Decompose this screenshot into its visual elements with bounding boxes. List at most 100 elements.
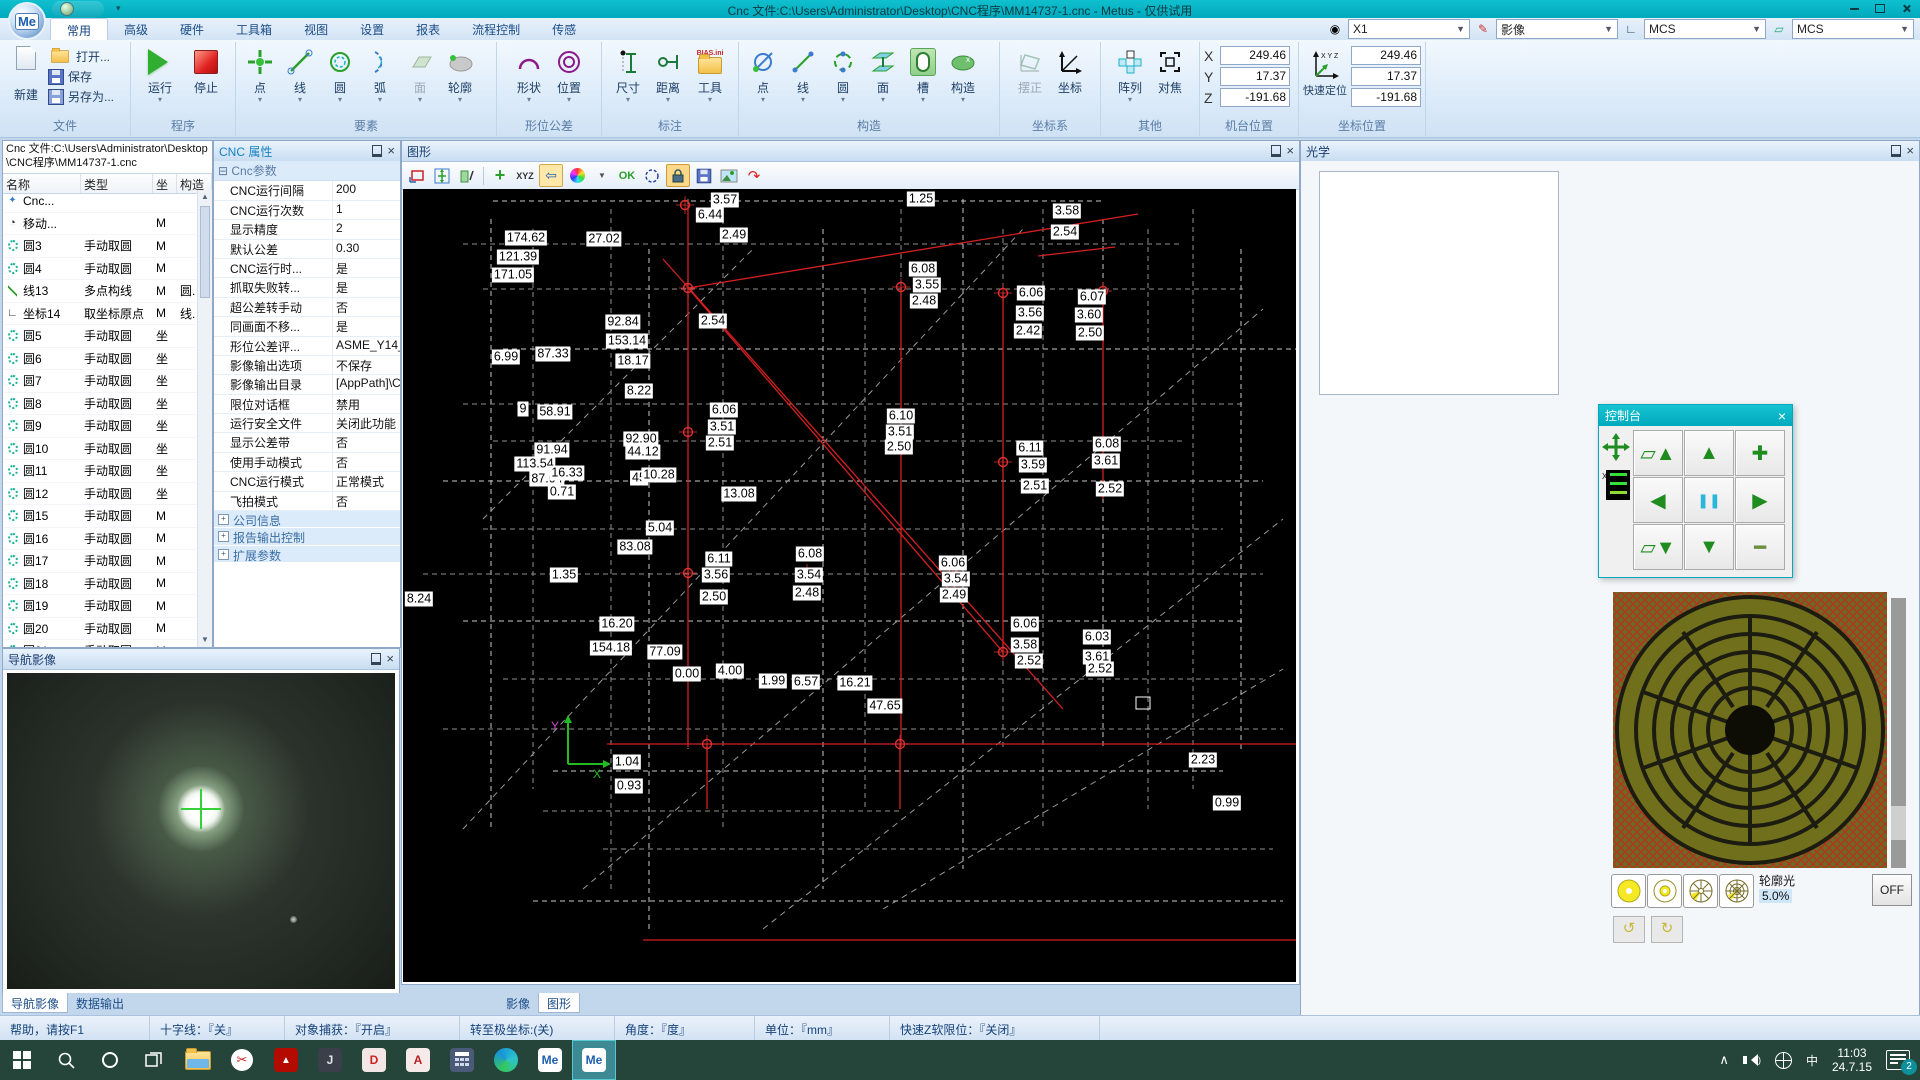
measurement-label[interactable]: 6.99 <box>492 350 520 365</box>
taskbar-start-icon[interactable] <box>0 1040 44 1080</box>
measurement-label[interactable]: 27.02 <box>586 232 621 247</box>
construct-circle-button[interactable]: 圆▾ <box>823 44 863 103</box>
property-row[interactable]: 同画面不移...是 <box>214 317 400 336</box>
measurement-label[interactable]: 6.11 <box>1016 441 1043 456</box>
measurement-label[interactable]: 1.99 <box>759 674 787 689</box>
light-off-button[interactable]: OFF <box>1872 874 1912 906</box>
measurement-label[interactable]: 0.99 <box>1213 796 1241 811</box>
dropdown-button[interactable]: ▼ <box>591 165 613 186</box>
tree-row[interactable]: 圆19手动取圆M <box>3 595 198 618</box>
pin-icon[interactable] <box>1271 145 1281 157</box>
fit-view-button[interactable] <box>431 165 453 186</box>
pin-icon[interactable] <box>372 145 382 157</box>
measurement-label[interactable]: 6.57 <box>792 675 820 690</box>
tree-row[interactable]: 圆18手动取圆M <box>3 573 198 596</box>
taskbar-acrobat-icon[interactable]: ▲ <box>264 1040 308 1080</box>
measurement-label[interactable]: 9 <box>518 402 529 417</box>
lens-pause-button[interactable]: ❚❚ <box>1684 477 1734 523</box>
taskbar-app-j-icon[interactable]: J <box>308 1040 352 1080</box>
property-row[interactable]: CNC运行间隔200 <box>214 181 400 200</box>
measurement-label[interactable]: 2.49 <box>720 228 748 243</box>
menu-tab-2[interactable]: 高级 <box>108 18 164 40</box>
rotate-cw-button[interactable]: ↻ <box>1651 916 1683 943</box>
measurement-label[interactable]: 3.51 <box>886 425 914 440</box>
measurement-label[interactable]: 3.61 <box>1092 454 1120 469</box>
measurement-label[interactable]: 3.54 <box>795 568 823 583</box>
measurement-label[interactable]: 2.42 <box>1014 324 1042 339</box>
measurement-label[interactable]: 0.00 <box>673 667 701 682</box>
scroll-thumb[interactable] <box>200 206 210 298</box>
tree-row[interactable]: 圆3手动取圆M <box>3 235 198 258</box>
open-file-button[interactable]: 打开... <box>48 48 114 65</box>
sensor-select[interactable]: 影像▼ <box>1496 19 1618 39</box>
run-button[interactable]: 运行▾ <box>140 44 180 103</box>
measurement-label[interactable]: 3.58 <box>1053 204 1081 219</box>
tree-row[interactable]: 圆4手动取圆M <box>3 258 198 281</box>
menu-tab-3[interactable]: 硬件 <box>164 18 220 40</box>
ring-segment-light-button[interactable] <box>1683 874 1718 908</box>
surface-light-button[interactable] <box>1611 874 1646 908</box>
property-row[interactable]: 运行安全文件关闭此功能 <box>214 414 400 433</box>
dimension-button[interactable]: 尺寸▾ <box>608 44 648 103</box>
focus-button[interactable]: 对焦 <box>1150 44 1190 96</box>
property-row[interactable]: CNC运行次数1 <box>214 201 400 220</box>
coordinate-button[interactable]: 坐标 <box>1050 44 1090 96</box>
tree-row[interactable]: 圆7手动取圆坐 <box>3 370 198 393</box>
measurement-label[interactable]: 16.20 <box>599 617 634 632</box>
tree-row[interactable]: 圆5手动取圆坐 <box>3 325 198 348</box>
tree-row[interactable]: 圆12手动取圆坐 <box>3 483 198 506</box>
menu-tab-1[interactable]: 常用 <box>50 18 108 41</box>
measurement-label[interactable]: 6.08 <box>796 547 824 562</box>
tree-row[interactable]: ✦Cnc... <box>3 190 198 213</box>
property-row[interactable]: CNC运行模式正常模式 <box>214 472 400 491</box>
taskbar-snipping-tool-icon[interactable]: ✂ <box>220 1040 264 1080</box>
measurement-label[interactable]: 6.07 <box>1078 290 1106 305</box>
minimize-button[interactable] <box>1844 2 1864 15</box>
measurement-label[interactable]: 174.62 <box>505 231 547 246</box>
measurement-label[interactable]: 91.94 <box>534 443 569 458</box>
close-icon[interactable]: × <box>1778 408 1786 424</box>
measurement-label[interactable]: 6.06 <box>710 403 738 418</box>
cad-canvas[interactable]: 174.62121.39171.0527.023.576.442.491.253… <box>403 189 1296 982</box>
jog-right-button[interactable]: ▶ <box>1735 477 1785 523</box>
property-row[interactable]: 抓取失败转...是 <box>214 278 400 297</box>
measurement-label[interactable]: 2.50 <box>700 590 728 605</box>
measurement-label[interactable]: 44.12 <box>625 445 660 460</box>
image-button[interactable] <box>718 165 740 186</box>
light-intensity[interactable]: 5.0% <box>1759 889 1792 903</box>
element-circle-button[interactable]: 圆▾ <box>320 44 360 103</box>
measurement-label[interactable]: 3.51 <box>708 420 736 435</box>
measurement-label[interactable]: 3.54 <box>942 572 970 587</box>
measurement-label[interactable]: 153.14 <box>606 334 648 349</box>
taskbar-autocad-icon[interactable]: A <box>396 1040 440 1080</box>
close-button[interactable] <box>1896 2 1916 15</box>
probe-select[interactable]: X1▼ <box>1348 19 1470 39</box>
property-section-公司信息[interactable]: +公司信息 <box>214 511 400 528</box>
jog-up-button[interactable]: ▲ <box>1684 430 1734 476</box>
close-icon[interactable]: × <box>1286 145 1294 157</box>
app-logo[interactable]: Me <box>8 2 46 40</box>
taskbar-app-d-icon[interactable]: D <box>352 1040 396 1080</box>
measurement-label[interactable]: 6.08 <box>909 262 937 277</box>
element-plane-button[interactable]: 面▾ <box>400 44 440 103</box>
taskbar-file-explorer-icon[interactable] <box>176 1040 220 1080</box>
measurement-label[interactable]: 2.23 <box>1189 753 1217 768</box>
lock-button[interactable] <box>666 164 690 187</box>
pan-view-button[interactable] <box>406 165 428 186</box>
plane-select[interactable]: MCS▼ <box>1792 19 1914 39</box>
tree-row[interactable]: 圆10手动取圆坐 <box>3 438 198 461</box>
network-icon[interactable] <box>1775 1052 1792 1069</box>
jog-left-button[interactable]: ◀ <box>1633 477 1683 523</box>
tree-row[interactable]: 圆15手动取圆M <box>3 505 198 528</box>
element-arc-button[interactable]: 弧▾ <box>360 44 400 103</box>
measurement-label[interactable]: 2.54 <box>1051 225 1079 240</box>
measurement-label[interactable]: 154.18 <box>590 641 632 656</box>
measurement-label[interactable]: 3.59 <box>1019 458 1047 473</box>
close-icon[interactable]: × <box>387 145 395 157</box>
measurement-label[interactable]: 2.52 <box>1086 662 1114 677</box>
pin-icon[interactable] <box>1891 145 1901 157</box>
measurement-label[interactable]: 1.04 <box>613 755 641 770</box>
quick-position-button[interactable]: X Y Z 快速定位 <box>1303 46 1347 109</box>
property-row[interactable]: 飞拍模式否 <box>214 492 400 511</box>
crosshair-button[interactable]: + <box>489 165 511 186</box>
